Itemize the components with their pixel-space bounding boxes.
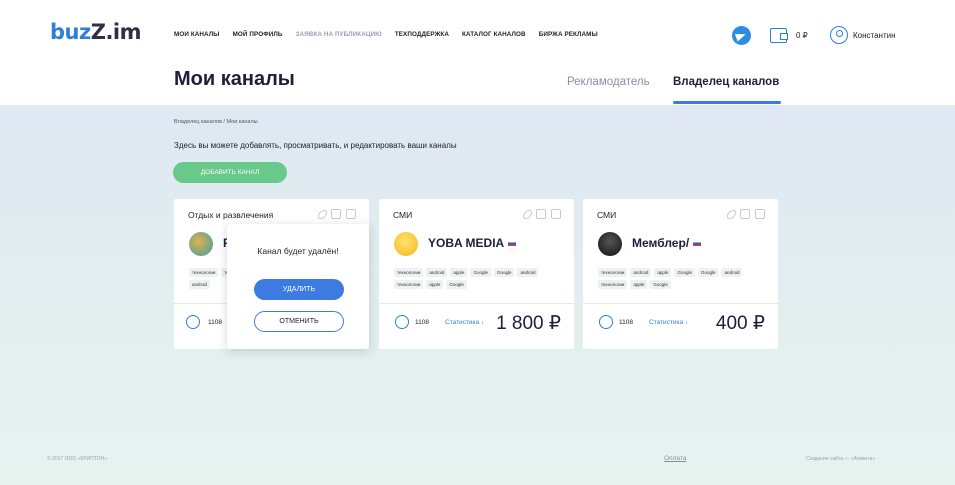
- tag: Google: [674, 268, 695, 277]
- link-icon[interactable]: [316, 208, 329, 221]
- main-nav: МОИ КАНАЛЫ МОЙ ПРОФИЛЬ ЗАЯВКА НА ПУБЛИКА…: [174, 31, 611, 38]
- wallet-icon[interactable]: [770, 28, 788, 43]
- trash-icon[interactable]: [346, 209, 356, 219]
- top-bar: buzZ.im МОИ КАНАЛЫ МОЙ ПРОФИЛЬ ЗАЯВКА НА…: [0, 0, 955, 105]
- delete-confirmation-popup: Канал будет удалён! УДАЛИТЬ ОТМЕНИТЬ: [227, 224, 369, 349]
- tab-channel-owner[interactable]: Владелец каналов: [673, 76, 779, 88]
- tag: технологии: [394, 268, 424, 277]
- card-actions: [316, 208, 356, 221]
- tag: android: [189, 280, 211, 289]
- edit-icon[interactable]: [536, 209, 546, 219]
- tag: технологии: [394, 280, 424, 289]
- nav-my-profile[interactable]: МОЙ ПРОФИЛЬ: [233, 31, 283, 38]
- tag: android: [630, 268, 652, 277]
- channel-name[interactable]: YOBA MEDIA: [428, 236, 517, 250]
- nav-channel-catalog[interactable]: КАТАЛОГ КАНАЛОВ: [462, 31, 526, 38]
- channel-tags: технологии android apple Google Google a…: [598, 268, 763, 289]
- confirm-delete-button[interactable]: УДАЛИТЬ: [254, 279, 344, 300]
- tag: технологии: [598, 268, 628, 277]
- price: 1 800 ₽: [496, 313, 561, 334]
- footer-payment-link[interactable]: Оплата: [664, 455, 686, 462]
- nav-support[interactable]: ТЕХПОДДЕРЖКА: [395, 31, 449, 38]
- trash-icon[interactable]: [551, 209, 561, 219]
- balance: 0 ₽: [796, 31, 808, 40]
- divider: [583, 303, 778, 304]
- popup-message: Канал будет удалён!: [257, 246, 339, 256]
- footer-credits[interactable]: Создание сайта — «Атвинта»: [806, 456, 875, 462]
- active-tab-indicator: [673, 101, 781, 104]
- edit-icon[interactable]: [331, 209, 341, 219]
- stats-link[interactable]: Статистика ↓: [649, 319, 688, 326]
- tag: Google: [470, 268, 491, 277]
- stats-link[interactable]: Статистика ↓: [445, 319, 484, 326]
- price: 400 ₽: [715, 313, 765, 334]
- tag: Google: [493, 268, 515, 277]
- tag: Google: [697, 268, 719, 277]
- card-actions: [725, 208, 765, 221]
- logo-text-im: .im: [105, 20, 142, 44]
- flag-icon: [693, 241, 702, 247]
- breadcrumb: Владелец каналов / Мои каналы: [174, 119, 258, 125]
- tag: технологии: [598, 280, 628, 289]
- card-actions: [521, 208, 561, 221]
- channel-card: СМИ Мемблер/ технологии android apple Go…: [583, 199, 778, 349]
- logo[interactable]: buzZ.im: [50, 20, 142, 44]
- tab-advertiser[interactable]: Рекламодатель: [567, 76, 650, 88]
- footer-copyright: © 2017 ООО «КРИПТОН»: [47, 456, 107, 462]
- subscriber-count: 1108: [619, 319, 633, 326]
- page-title: Мои каналы: [174, 68, 295, 90]
- nav-ad-exchange[interactable]: БИРЖА РЕКЛАМЫ: [539, 31, 598, 38]
- edit-icon[interactable]: [740, 209, 750, 219]
- subscriber-count: 1108: [415, 319, 429, 326]
- channel-category: СМИ: [393, 210, 413, 220]
- channel-avatar: [394, 232, 418, 256]
- tag: технологии: [189, 268, 219, 277]
- user-icon[interactable]: [830, 26, 848, 44]
- tag: Google: [650, 280, 671, 289]
- intro-text: Здесь вы можете добавлять, просматривать…: [174, 141, 457, 150]
- channel-category: СМИ: [597, 210, 617, 220]
- tag: apple: [426, 280, 444, 289]
- nav-publication-request[interactable]: ЗАЯВКА НА ПУБЛИКАЦИЮ: [295, 31, 381, 38]
- subscribers-icon: [186, 315, 200, 329]
- trash-icon[interactable]: [755, 209, 765, 219]
- add-channel-button[interactable]: ДОБАВИТЬ КАНАЛ: [173, 162, 287, 183]
- username[interactable]: Константин: [853, 31, 896, 40]
- channel-avatar: [598, 232, 622, 256]
- subscribers-icon: [395, 315, 409, 329]
- channel-name[interactable]: Мемблер/: [632, 236, 702, 250]
- tag: apple: [630, 280, 648, 289]
- channel-name-text: YOBA MEDIA: [428, 236, 505, 250]
- tag: apple: [450, 268, 468, 277]
- channel-name-text: Мемблер/: [632, 236, 690, 250]
- tag: apple: [654, 268, 672, 277]
- link-icon[interactable]: [725, 208, 738, 221]
- tag: android: [517, 268, 539, 277]
- tag: android: [721, 268, 743, 277]
- channel-card: СМИ YOBA MEDIA технологии android apple …: [379, 199, 574, 349]
- telegram-icon[interactable]: [732, 26, 751, 45]
- nav-my-channels[interactable]: МОИ КАНАЛЫ: [174, 31, 220, 38]
- tag: Google: [446, 280, 467, 289]
- tag: android: [426, 268, 448, 277]
- cancel-button[interactable]: ОТМЕНИТЬ: [254, 311, 344, 332]
- logo-text-z: Z: [90, 20, 106, 44]
- channel-category: Отдых и развлечения: [188, 210, 274, 220]
- link-icon[interactable]: [521, 208, 534, 221]
- logo-text-buz: buz: [50, 20, 91, 44]
- channel-tags: технологии android apple Google Google a…: [394, 268, 559, 289]
- flag-icon: [508, 241, 517, 247]
- divider: [379, 303, 574, 304]
- channel-avatar: [189, 232, 213, 256]
- subscriber-count: 1108: [208, 319, 222, 326]
- subscribers-icon: [599, 315, 613, 329]
